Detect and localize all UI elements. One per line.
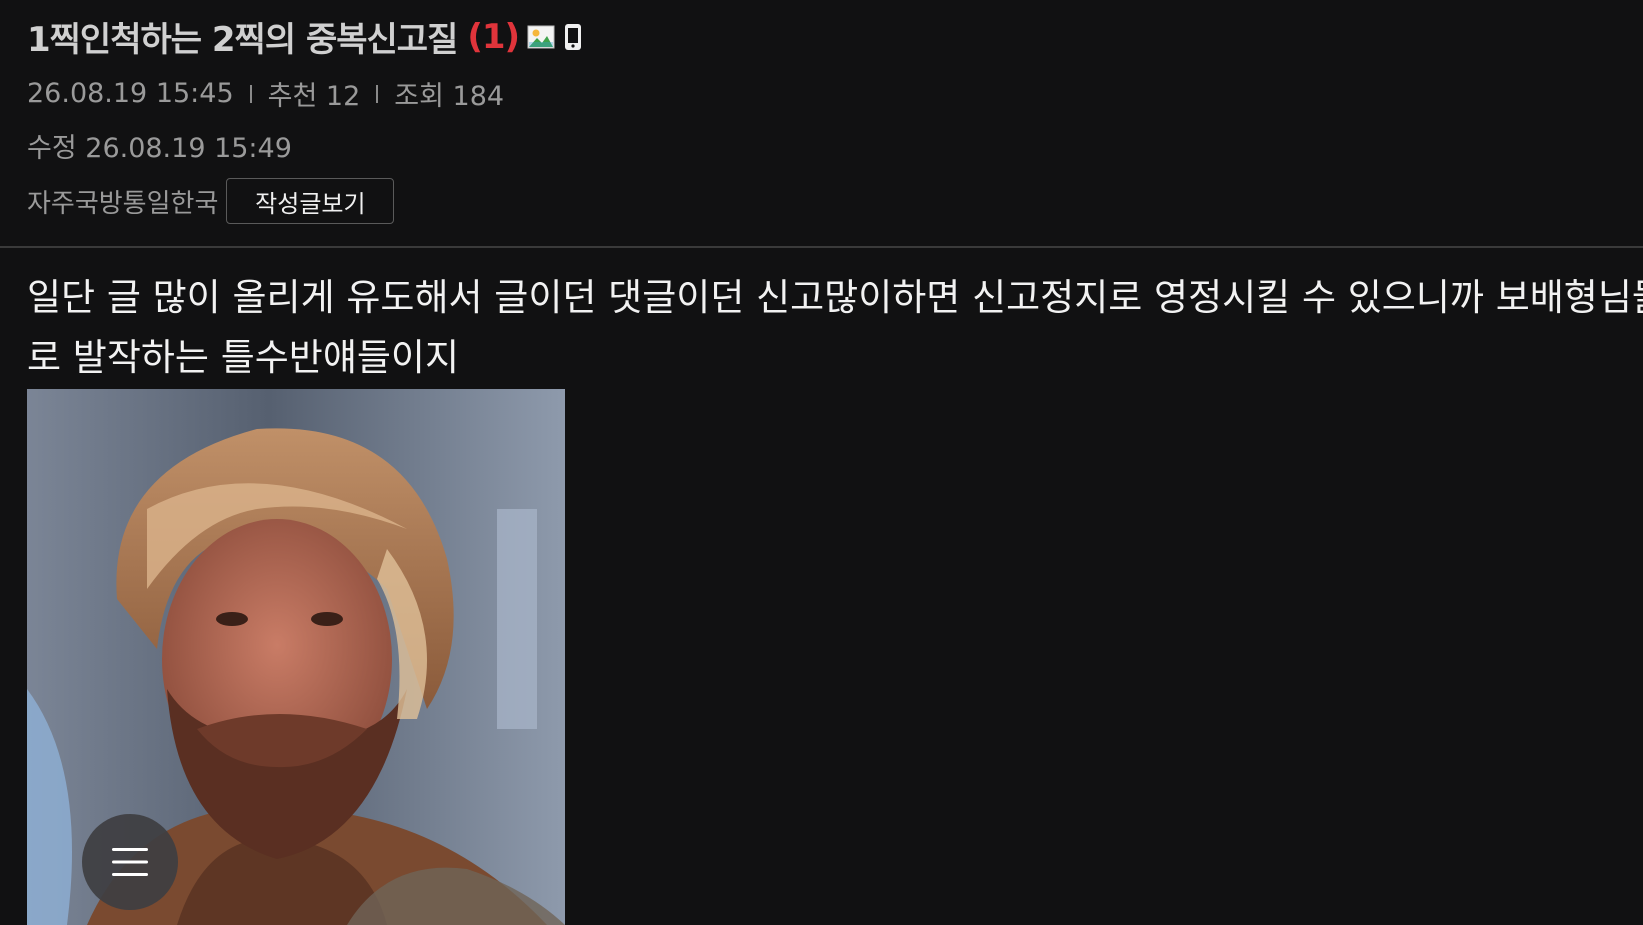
post-body-line: 일단 글 많이 올리게 유도해서 글이던 댓글이던 신고많이하면 신고정지로 영…	[27, 276, 1643, 319]
post-body: 일단 글 많이 올리게 유도해서 글이던 댓글이던 신고많이하면 신고정지로 영…	[27, 268, 1643, 388]
hamburger-menu-icon	[112, 848, 148, 876]
post-body-line: 로 발작하는 틀수반얘들이지	[27, 336, 460, 379]
menu-button[interactable]	[82, 814, 178, 910]
image-icon	[527, 25, 555, 49]
author-name[interactable]: 자주국방통일한국	[27, 183, 218, 220]
meta-separator	[376, 84, 379, 103]
header-divider	[0, 246, 1643, 248]
author-row: 자주국방통일한국 작성글보기	[27, 178, 395, 224]
post-meta: 26.08.19 15:45 추천 12 조회 184	[27, 74, 504, 113]
post-date: 26.08.19 15:45	[27, 78, 234, 109]
post-title[interactable]: 1찍인척하는 2찍의 중복신고질	[27, 12, 458, 61]
post-header: 1찍인척하는 2찍의 중복신고질 (1) 26.08.19 15:45 추천 1…	[0, 0, 1643, 247]
comment-count[interactable]: (1)	[467, 17, 520, 57]
meta-separator	[249, 84, 252, 103]
edited-date: 수정 26.08.19 15:49	[27, 133, 292, 164]
view-count: 조회 184	[394, 81, 505, 112]
view-posts-button[interactable]: 작성글보기	[226, 178, 395, 224]
post-title-row: 1찍인척하는 2찍의 중복신고질 (1)	[27, 12, 583, 61]
mobile-phone-icon	[563, 23, 583, 51]
recommend-count: 추천 12	[267, 81, 361, 112]
